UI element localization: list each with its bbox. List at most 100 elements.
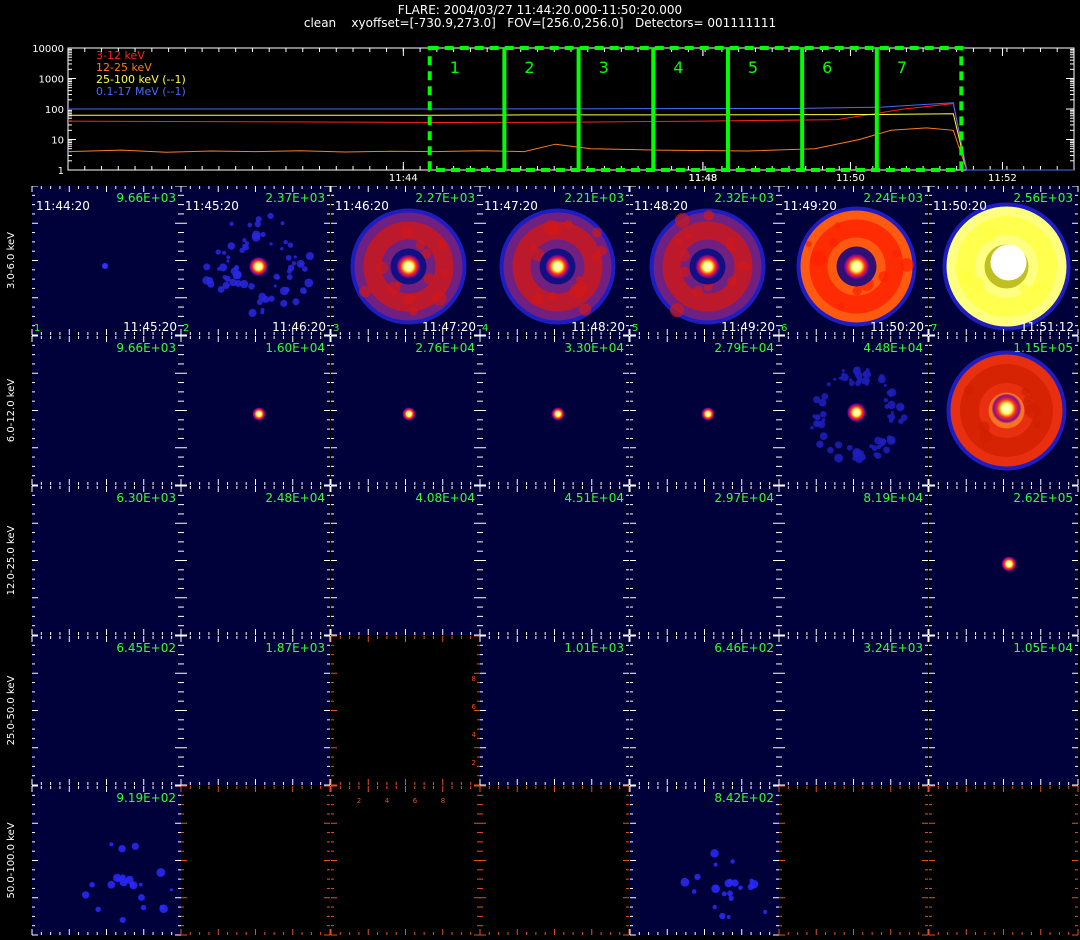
interval-index-label: 6 xyxy=(781,323,787,334)
compact-source xyxy=(402,407,416,421)
start-time-label: 11:48:20 xyxy=(634,199,688,213)
image-cell: 3.24E+03 xyxy=(778,635,929,786)
speckle xyxy=(226,255,231,260)
speckle xyxy=(900,414,908,421)
image-cell: 6.46E+02 xyxy=(629,635,780,786)
ring-blob xyxy=(829,237,839,247)
speckle xyxy=(267,212,274,220)
cell-background xyxy=(181,486,330,635)
speckle xyxy=(119,916,126,924)
speckle xyxy=(712,904,717,910)
ring-blob xyxy=(415,240,426,250)
speckle xyxy=(255,216,262,223)
speckle xyxy=(239,247,245,254)
cell-background xyxy=(32,786,181,935)
speckle xyxy=(291,261,297,266)
ring-blob xyxy=(834,222,841,229)
image-cell: 2.76E+04 xyxy=(330,335,481,486)
ring-blob xyxy=(1021,388,1029,396)
peak-value-label: 1.60E+04 xyxy=(265,341,325,355)
interval-index-label: 3 xyxy=(333,323,339,334)
speckle xyxy=(207,280,215,288)
speckle xyxy=(833,377,837,381)
speckle xyxy=(838,376,843,380)
image-cell xyxy=(180,785,331,936)
bright-kernel xyxy=(248,256,269,277)
cell-background xyxy=(929,636,1078,785)
ring-blob xyxy=(532,293,544,305)
y-tick-label: 100 xyxy=(45,105,64,116)
speckle xyxy=(226,259,230,263)
image-cell: 1.87E+03 xyxy=(180,635,331,786)
ring-blob xyxy=(432,290,447,306)
speckle xyxy=(248,308,257,318)
interval-label: 7 xyxy=(897,58,907,77)
ring-blob xyxy=(670,303,685,318)
speckle xyxy=(273,284,277,288)
ring-blob xyxy=(376,261,389,274)
ring-blob xyxy=(400,226,413,238)
speckle xyxy=(280,221,285,226)
speckle xyxy=(131,842,139,850)
speckle xyxy=(890,439,895,444)
speckle xyxy=(877,375,886,384)
cell-background xyxy=(779,786,928,935)
ring-blob xyxy=(410,294,418,302)
image-cell: 4.51E+04 xyxy=(479,485,630,636)
x-tick-label: 11:44 xyxy=(389,173,418,182)
interval-label: 5 xyxy=(748,58,758,77)
peak-value-label: 6.46E+02 xyxy=(714,641,774,655)
speckle xyxy=(899,405,905,410)
cell-background xyxy=(32,336,181,485)
image-cell: 9.19E+02 xyxy=(31,785,182,936)
x-tick-label: 11:52 xyxy=(988,173,1017,182)
ring-blob xyxy=(958,269,974,285)
image-cell: 2.37E+03 11:45:20 11:46:20 2 xyxy=(180,186,331,336)
ring-blob xyxy=(1033,421,1041,429)
peak-value-label: 4.51E+04 xyxy=(564,491,624,505)
bright-kernel xyxy=(395,253,422,280)
ring-blob xyxy=(550,223,562,236)
bright-kernel xyxy=(991,393,1022,424)
speckle xyxy=(229,221,234,227)
image-cell: 1.05E+04 xyxy=(928,635,1079,786)
speckle xyxy=(816,440,824,448)
interval-index-label: 4 xyxy=(482,323,488,334)
speckle xyxy=(834,453,844,463)
end-time-label: 11:50:20 xyxy=(870,320,924,334)
peak-value-label: 8.19E+04 xyxy=(863,491,923,505)
image-cell: 2.79E+04 xyxy=(629,335,780,486)
speckle xyxy=(884,404,890,410)
empty-axis-label: 6 xyxy=(472,703,477,711)
ring-blob xyxy=(387,281,401,295)
speckle xyxy=(818,398,827,407)
peak-value-label: 2.24E+03 xyxy=(863,191,923,205)
speckle xyxy=(883,446,891,454)
speckle xyxy=(107,880,116,889)
peak-value-label: 2.37E+03 xyxy=(265,191,325,205)
peak-value-label: 2.21E+03 xyxy=(564,191,624,205)
speckle xyxy=(286,274,293,280)
speckle xyxy=(819,432,828,440)
speckle xyxy=(159,904,168,913)
interval-index-label: 7 xyxy=(931,323,937,334)
cell-background xyxy=(32,486,181,635)
speckle xyxy=(81,891,90,899)
cell-background xyxy=(331,486,480,635)
x-tick-label: 11:48 xyxy=(688,173,717,182)
speckle xyxy=(269,242,273,246)
ring-blob xyxy=(569,283,586,299)
image-cell: 2 4 6 8 xyxy=(330,635,481,786)
speckle xyxy=(284,286,290,293)
interval-label: 2 xyxy=(524,58,534,77)
y-tick-label: 1000 xyxy=(39,75,64,86)
ring-blob xyxy=(837,302,845,310)
speckle xyxy=(691,889,697,894)
image-cell: 2.62E+05 xyxy=(928,485,1079,636)
speckle xyxy=(762,909,768,915)
speckle xyxy=(260,231,266,238)
empty-axis-label: 8 xyxy=(441,797,445,805)
speckle xyxy=(869,444,874,449)
end-time-label: 11:48:20 xyxy=(571,320,625,334)
speckle xyxy=(883,383,887,387)
